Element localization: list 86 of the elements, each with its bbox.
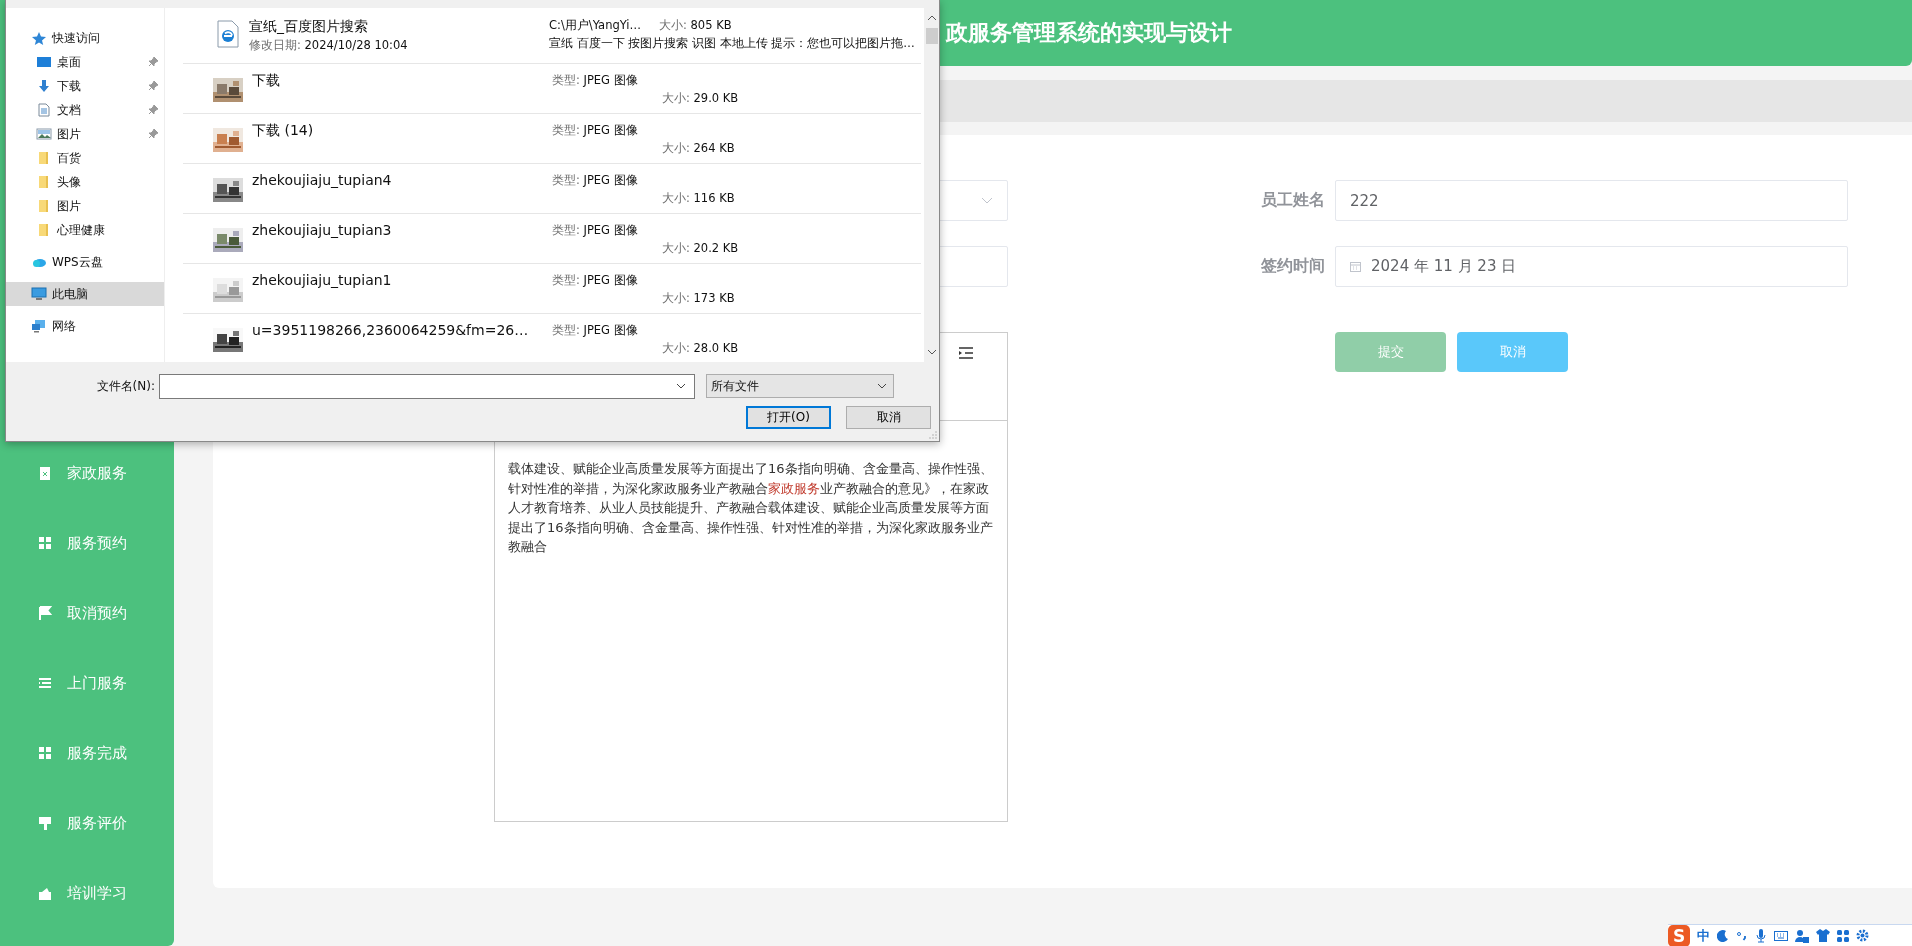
calendar-icon xyxy=(1350,261,1361,272)
file-name: zhekoujiaju_tupian3 xyxy=(252,222,393,238)
file-size: 大小: 28.0 KB xyxy=(661,341,739,356)
nav-item[interactable]: 网络 xyxy=(6,314,164,338)
grid-icon xyxy=(38,536,52,550)
cancel-button[interactable]: 取消 xyxy=(846,406,931,429)
file-type: 类型: JPEG 图像 xyxy=(552,222,639,238)
file-size: 大小: 264 KB xyxy=(661,141,735,156)
nav-item[interactable]: 百货 xyxy=(6,146,164,170)
indent-icon[interactable] xyxy=(959,347,973,359)
editor-text: 载体建设、赋能企业高质量发展等方面提出了16条指向明确、含金量高、操作性强、针对性准的举措，为深化家政服务业产教融合家政服务业产教融合的意见》，在家政人才教育培养、从业人员技能提升、产教融合载体建设、赋能企业高质量发展等方面提出了16条指向明确、含金量高、操作性强、针对性准的举措，为深化家政服务业产教融合 xyxy=(508,460,994,556)
file-description: 宣纸 百度一下 按图片搜索 识图 本地上传 提示：您也可以把图片拖… xyxy=(549,36,915,51)
image-icon xyxy=(36,127,52,141)
file-name: zhekoujiaju_tupian4 xyxy=(252,172,393,188)
file-name: zhekoujiaju_tupian1 xyxy=(252,272,393,288)
file-row[interactable]: 下载 类型: JPEG 图像 大小: 29.0 KB xyxy=(183,64,921,114)
pin-icon[interactable] xyxy=(148,81,158,91)
file-row[interactable]: zhekoujiaju_tupian4 类型: JPEG 图像 大小: 116 KB xyxy=(183,164,921,214)
resize-grip-icon[interactable] xyxy=(929,431,937,439)
desktop-icon xyxy=(36,55,52,69)
chevron-down-icon[interactable] xyxy=(676,383,686,389)
nav-item[interactable]: 桌面 xyxy=(6,50,164,74)
file-size: 大小: 20.2 KB xyxy=(661,241,739,256)
nav-item[interactable]: 快速访问 xyxy=(6,26,164,50)
file-type: 类型: JPEG 图像 xyxy=(552,272,639,288)
grid-icon xyxy=(38,746,52,760)
file-row[interactable]: u=3951198266,2360064259&fm=26… 类型: JPEG 图像 大小: 28.0 KB xyxy=(183,314,921,362)
input-field[interactable]: 222 xyxy=(1335,180,1848,221)
user-icon[interactable] xyxy=(1795,928,1809,943)
modified-date: 修改日期: 2024/10/28 10:04 xyxy=(249,38,409,53)
nav-item[interactable]: 下载 xyxy=(6,74,164,98)
field-label: 签约时间 xyxy=(1260,256,1326,277)
gear-icon[interactable] xyxy=(1856,929,1869,942)
chevron-down-icon xyxy=(981,196,993,205)
moon-icon[interactable] xyxy=(1717,929,1729,942)
nav-item[interactable]: 此电脑 xyxy=(6,282,164,306)
file-size: 大小: 173 KB xyxy=(661,291,735,306)
nav-item[interactable]: 图片 xyxy=(6,122,164,146)
app-title: 政服务管理系统的实现与设计 xyxy=(946,19,1232,47)
nav-item[interactable]: 头像 xyxy=(6,170,164,194)
file-row[interactable]: 下载 (14) 类型: JPEG 图像 大小: 264 KB xyxy=(183,114,921,164)
computer-icon xyxy=(31,287,47,301)
file-size: 大小: 29.0 KB xyxy=(661,91,739,106)
nav-item[interactable]: 文档 xyxy=(6,98,164,122)
date-field[interactable]: 2024 年 11 月 23 日 xyxy=(1335,246,1848,287)
file-name-field[interactable] xyxy=(159,373,695,399)
file-type: 类型: JPEG 图像 xyxy=(552,172,639,188)
file-size: 大小: 116 KB xyxy=(661,191,735,206)
flag-icon xyxy=(38,606,52,620)
document-icon xyxy=(36,103,52,117)
file-type-dropdown[interactable]: 所有文件 xyxy=(706,374,894,398)
clipboard-icon xyxy=(38,466,52,480)
scroll-thumb[interactable] xyxy=(925,28,938,44)
file-type: 类型: JPEG 图像 xyxy=(552,72,639,88)
file-name: 宣纸_百度图片搜索 xyxy=(249,18,369,36)
file-size: 大小: 805 KB xyxy=(659,18,732,33)
network-icon xyxy=(31,319,47,333)
microphone-icon[interactable] xyxy=(1755,928,1767,943)
file-path: C:\用户\YangYi… xyxy=(549,18,639,33)
language-mode[interactable]: 中 xyxy=(1697,926,1710,945)
file-row[interactable]: 宣纸_百度图片搜索 修改日期: 2024/10/28 10:04 C:\用户\YangYi… 大小: 805 KB 宣纸 百度一下 按图片搜索 识图 本地上传 提示：您也可以把图片拖… xyxy=(183,10,921,64)
file-name-label: 文件名(N): xyxy=(95,377,156,395)
open-button[interactable]: 打开(O) xyxy=(746,406,831,429)
scroll-up-icon[interactable] xyxy=(926,14,937,22)
download-arrow-icon xyxy=(36,79,52,93)
list-icon xyxy=(38,676,52,690)
nav-item[interactable]: WPS云盘 xyxy=(6,250,164,274)
chevron-down-icon xyxy=(877,383,887,389)
pin-icon[interactable] xyxy=(148,129,158,139)
file-row[interactable]: zhekoujiaju_tupian1 类型: JPEG 图像 大小: 173 KB xyxy=(183,264,921,314)
nav-item[interactable]: 心理健康 xyxy=(6,218,164,242)
punctuation-icon[interactable] xyxy=(1736,929,1748,942)
file-type: 类型: JPEG 图像 xyxy=(552,122,639,138)
pin-icon[interactable] xyxy=(148,105,158,115)
grid-icon[interactable] xyxy=(1837,929,1849,942)
scroll-down-icon[interactable] xyxy=(926,348,937,356)
shirt-icon[interactable] xyxy=(1816,929,1830,942)
file-row[interactable]: zhekoujiaju_tupian3 类型: JPEG 图像 大小: 20.2 KB xyxy=(183,214,921,264)
keyboard-icon[interactable] xyxy=(1774,929,1788,942)
file-name: 下载 xyxy=(252,72,281,90)
nav-item[interactable]: 图片 xyxy=(6,194,164,218)
file-name: 下载 (14) xyxy=(252,122,315,140)
pin-icon[interactable] xyxy=(148,57,158,67)
star-icon xyxy=(31,31,47,45)
field-label: 员工姓名 xyxy=(1260,190,1326,211)
web-file-icon xyxy=(217,20,239,48)
